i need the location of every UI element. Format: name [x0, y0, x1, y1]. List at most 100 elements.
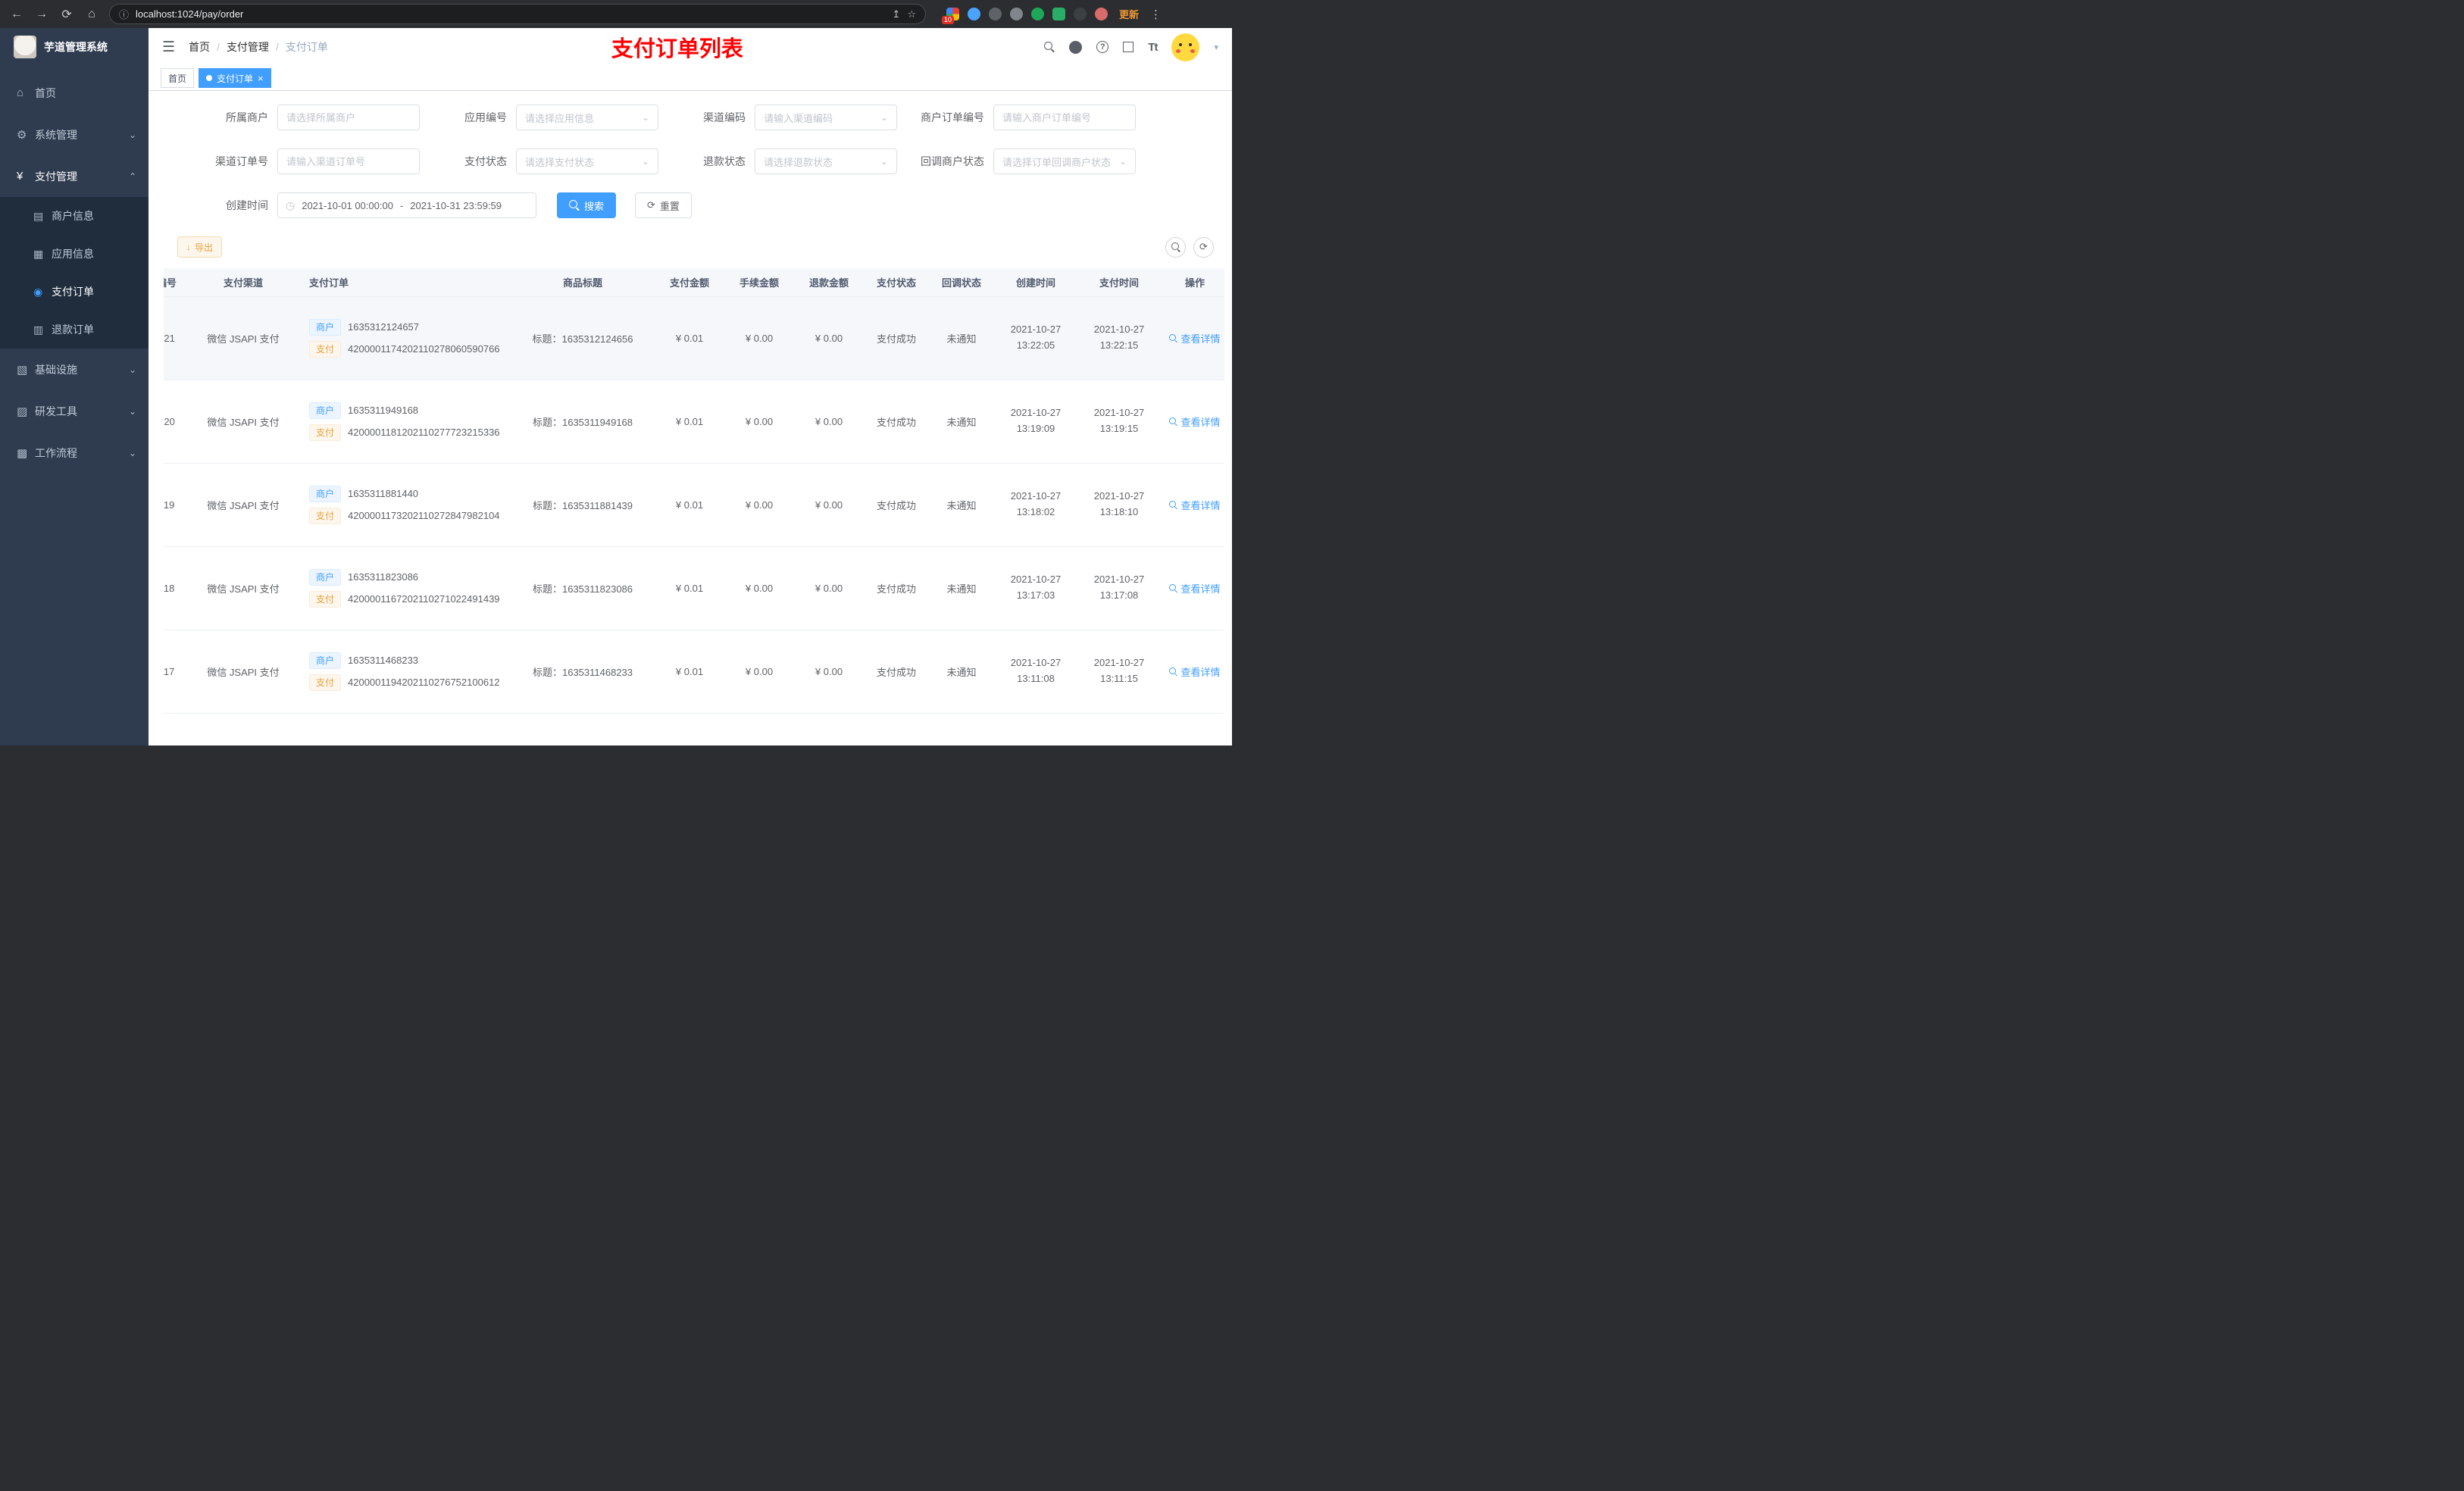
search-icon[interactable] — [1044, 42, 1055, 52]
browser-update-button[interactable]: 更新 — [1119, 7, 1139, 21]
view-detail-link[interactable]: 查看详情 — [1169, 498, 1221, 512]
reset-button[interactable]: ⟳ 重置 — [635, 192, 692, 218]
browser-profile-avatar[interactable] — [1095, 8, 1108, 20]
app-no-select[interactable]: 请选择应用信息 ⌄ — [516, 105, 658, 130]
merchant-tag: 商户 — [309, 652, 342, 669]
address-bar[interactable]: ⓘ localhost:1024/pay/order ↥ ☆ — [109, 4, 926, 24]
content: 所属商户 应用编号 请选择应用信息 ⌄ 渠道编码 请输入渠道编码 ⌄ — [149, 91, 1232, 746]
tab-pay-order[interactable]: 支付订单 × — [199, 68, 271, 88]
refund-status-label: 退款状态 — [703, 155, 746, 167]
search-icon — [1169, 667, 1177, 676]
merchant-order-no-input[interactable] — [993, 105, 1136, 130]
sidebar-item-app-info[interactable]: ▦ 应用信息 — [0, 235, 149, 273]
fullscreen-icon[interactable] — [1123, 42, 1134, 52]
channel-order-no-input[interactable] — [277, 148, 420, 174]
extension-blue-icon[interactable] — [968, 8, 980, 20]
sidebar-item-home[interactable]: ⌂ 首页 — [0, 72, 149, 114]
mini-buttons: ⟳ — [1165, 236, 1214, 258]
browser-home-icon[interactable]: ⌂ — [84, 8, 99, 21]
search-icon — [1169, 583, 1177, 592]
help-icon[interactable]: ? — [1096, 41, 1109, 53]
export-button[interactable]: ↓ 导出 — [177, 236, 223, 258]
table-row: 119 微信 JSAPI 支付 商户1635311881440 支付420000… — [164, 463, 1224, 547]
filter-row-3: 创建时间 ◷ 2021-10-01 00:00:00 - 2021-10-31 … — [164, 192, 1224, 218]
site-info-icon[interactable]: ⓘ — [119, 7, 129, 21]
table-row: 118 微信 JSAPI 支付 商户1635311823086 支付420000… — [164, 546, 1224, 630]
breadcrumb-home[interactable]: 首页 — [189, 39, 210, 55]
sidebar-item-pay-order[interactable]: ◉ 支付订单 — [0, 273, 149, 311]
page-title: 支付订单列表 — [611, 37, 743, 61]
logo-image — [14, 36, 36, 58]
tab-home[interactable]: 首页 — [161, 68, 195, 88]
breadcrumb-order: 支付订单 — [285, 41, 328, 53]
browser-forward-icon[interactable]: → — [34, 8, 49, 21]
pay-tag: 支付 — [309, 340, 342, 358]
extensions-puzzle-icon[interactable] — [1074, 8, 1087, 20]
table-row: 商户1635311457126 — [164, 713, 1224, 746]
date-end-value: 2021-10-31 23:59:59 — [410, 199, 502, 211]
refresh-button[interactable]: ⟳ — [1193, 236, 1214, 258]
chevron-down-icon: ⌄ — [128, 405, 136, 417]
extension-gray-icon[interactable] — [989, 8, 1002, 20]
create-time-label: 创建时间 — [226, 199, 268, 211]
main-area: ☰ 首页 / 支付管理 / 支付订单 支付订单列表 ? Tt ▾ 首页 支付订单… — [149, 28, 1232, 746]
share-icon[interactable]: ↥ — [892, 8, 900, 20]
order-table: 编号 支付渠道 支付订单 商品标题 支付金额 手续金额 退款金额 支付状态 回调… — [164, 268, 1224, 746]
channel-code-label: 渠道编码 — [703, 111, 746, 123]
chevron-down-icon: ⌄ — [1118, 156, 1127, 167]
merchant-tag: 商户 — [309, 485, 342, 502]
avatar[interactable] — [1171, 33, 1200, 61]
bookmark-star-icon[interactable]: ☆ — [907, 8, 916, 20]
refund-status-select[interactable]: 请选择退款状态 ⌄ — [755, 148, 897, 174]
chevron-down-icon: ⌄ — [128, 364, 136, 375]
breadcrumb: 首页 / 支付管理 / 支付订单 — [189, 39, 328, 55]
search-icon — [1169, 500, 1177, 509]
sidebar-item-merchant-info[interactable]: ▤ 商户信息 — [0, 197, 149, 235]
font-size-icon[interactable]: Tt — [1148, 41, 1158, 54]
sidebar-item-devtools[interactable]: ▨ 研发工具 ⌄ — [0, 390, 149, 432]
search-button[interactable]: 搜索 — [557, 192, 617, 218]
merchant-tag: 商户 — [309, 402, 342, 419]
github-icon[interactable] — [1069, 40, 1083, 54]
view-detail-link[interactable]: 查看详情 — [1169, 581, 1221, 595]
sidebar-item-refund-order[interactable]: ▥ 退款订单 — [0, 311, 149, 349]
download-icon: ↓ — [186, 242, 191, 252]
extension-chat-icon[interactable] — [1052, 8, 1065, 20]
extension-multicolor-icon[interactable]: 10 — [942, 8, 959, 24]
pay-tag: 支付 — [309, 674, 342, 691]
pay-status-select[interactable]: 请选择支付状态 ⌄ — [516, 148, 658, 174]
search-toggle-button[interactable] — [1165, 236, 1186, 258]
merchant-input[interactable] — [277, 105, 420, 130]
view-detail-link[interactable]: 查看详情 — [1169, 664, 1221, 679]
avatar-caret-icon[interactable]: ▾ — [1214, 42, 1218, 52]
browser-menu-icon[interactable]: ⋮ — [1150, 8, 1162, 21]
logo[interactable]: 芋道管理系统 — [0, 28, 149, 66]
browser-back-icon[interactable]: ← — [9, 8, 24, 21]
view-detail-link[interactable]: 查看详情 — [1169, 414, 1221, 429]
active-tab-dot — [206, 75, 213, 81]
sidebar-item-infrastructure[interactable]: ▧ 基础设施 ⌄ — [0, 349, 149, 390]
order-table-wrapper: 编号 支付渠道 支付订单 商品标题 支付金额 手续金额 退款金额 支付状态 回调… — [164, 268, 1224, 746]
view-detail-link[interactable]: 查看详情 — [1169, 331, 1221, 345]
pay-tag: 支付 — [309, 424, 342, 441]
yen-icon: ¥ — [17, 170, 23, 183]
close-icon[interactable]: × — [258, 73, 264, 83]
extension-gray2-icon[interactable] — [1010, 8, 1023, 20]
channel-code-select[interactable]: 请输入渠道编码 ⌄ — [755, 105, 897, 130]
sidebar-item-pay[interactable]: ¥ 支付管理 ⌃ — [0, 155, 149, 197]
sidebar-item-workflow[interactable]: ▩ 工作流程 ⌄ — [0, 432, 149, 474]
hamburger-icon[interactable]: ☰ — [162, 39, 175, 56]
pay-tag: 支付 — [309, 590, 342, 608]
search-icon — [1169, 417, 1177, 426]
extension-green-icon[interactable] — [1031, 8, 1044, 20]
navbar: ☰ 首页 / 支付管理 / 支付订单 支付订单列表 ? Tt ▾ — [149, 28, 1232, 66]
create-time-range-picker[interactable]: ◷ 2021-10-01 00:00:00 - 2021-10-31 23:59… — [277, 192, 536, 218]
merchant-tag: 商户 — [309, 318, 342, 336]
notify-status-select[interactable]: 请选择订单回调商户状态 ⌄ — [993, 148, 1136, 174]
chevron-down-icon: ⌄ — [641, 112, 649, 123]
browser-reload-icon[interactable]: ⟳ — [59, 7, 74, 22]
search-icon — [1171, 242, 1180, 252]
sidebar-item-system[interactable]: ⚙ 系统管理 ⌄ — [0, 114, 149, 155]
gear-icon: ⚙ — [17, 128, 27, 142]
breadcrumb-pay[interactable]: 支付管理 — [227, 39, 269, 55]
